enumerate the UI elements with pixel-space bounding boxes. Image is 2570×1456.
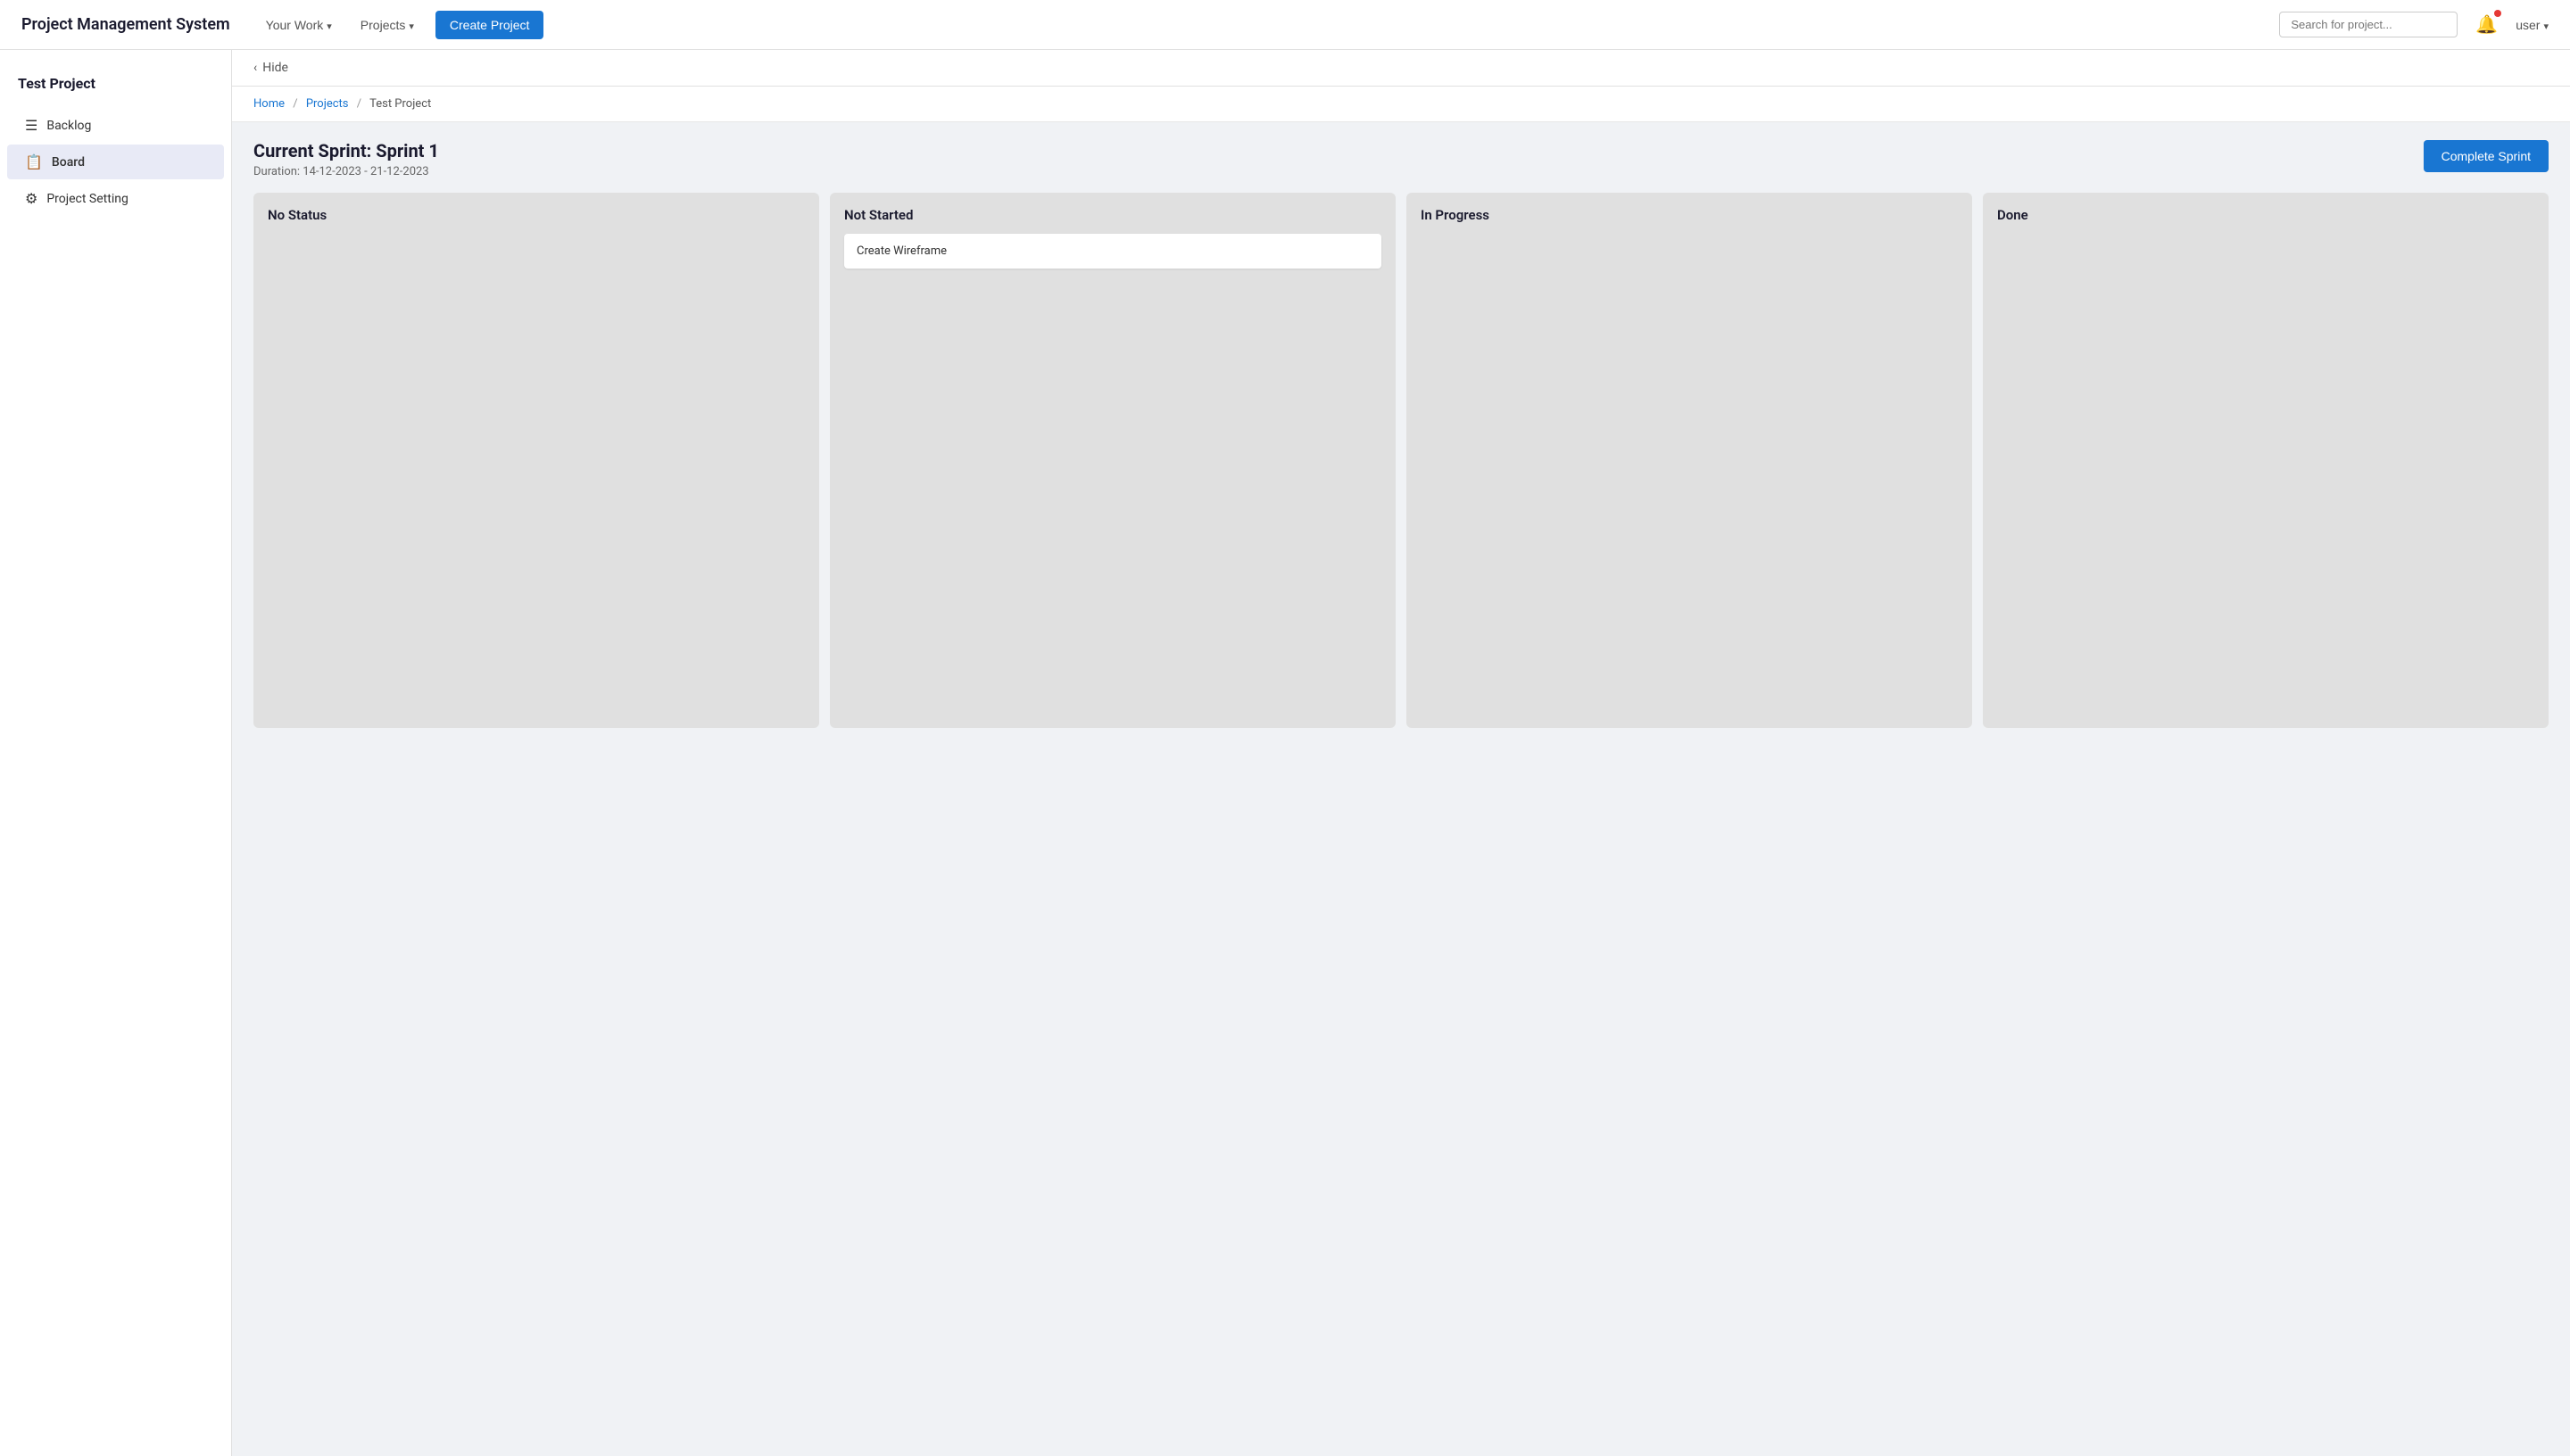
board-icon: 📋 [25, 153, 43, 170]
sidebar-item-board-label: Board [52, 155, 85, 170]
column-in-progress: In Progress [1406, 193, 1972, 728]
breadcrumb-sep-2: / [357, 97, 361, 111]
navbar: Project Management System Your Work Proj… [0, 0, 2570, 50]
breadcrumb-current: Test Project [369, 97, 431, 111]
breadcrumb-projects[interactable]: Projects [306, 97, 349, 111]
sprint-duration: Duration: 14-12-2023 - 21-12-2023 [253, 165, 439, 178]
user-menu-button[interactable]: user [2516, 18, 2549, 32]
sidebar-item-project-setting-label: Project Setting [46, 192, 128, 206]
your-work-menu[interactable]: Your Work [259, 12, 339, 37]
board-columns: No Status Not Started Create Wireframe I… [232, 193, 2570, 749]
your-work-chevron-icon [327, 18, 332, 32]
notification-button[interactable]: 🔔 [2472, 10, 2501, 39]
column-not-started-title: Not Started [844, 207, 1381, 223]
user-chevron-icon [2543, 18, 2549, 32]
notification-badge [2494, 10, 2501, 17]
sidebar-project-title: Test Project [0, 68, 231, 106]
hide-bar[interactable]: ‹ Hide [232, 50, 2570, 87]
main-content: ‹ Hide Home / Projects / Test Project Cu… [232, 50, 2570, 1456]
task-card-create-wireframe[interactable]: Create Wireframe [844, 234, 1381, 269]
breadcrumb-sep-1: / [293, 97, 297, 111]
create-project-button[interactable]: Create Project [435, 11, 543, 39]
backlog-icon: ☰ [25, 117, 37, 134]
app-layout: Test Project ☰ Backlog 📋 Board ⚙ Project… [0, 50, 2570, 1456]
app-brand: Project Management System [21, 15, 230, 34]
sidebar-item-project-setting[interactable]: ⚙ Project Setting [7, 181, 224, 216]
projects-chevron-icon [409, 18, 414, 32]
complete-sprint-button[interactable]: Complete Sprint [2424, 140, 2549, 172]
sidebar: Test Project ☰ Backlog 📋 Board ⚙ Project… [0, 50, 232, 1456]
sidebar-item-board[interactable]: 📋 Board [7, 145, 224, 179]
sidebar-item-backlog-label: Backlog [46, 119, 91, 133]
settings-icon: ⚙ [25, 190, 37, 207]
breadcrumb-home[interactable]: Home [253, 97, 285, 111]
column-done-title: Done [1997, 207, 2534, 223]
projects-menu[interactable]: Projects [353, 12, 421, 37]
sprint-title: Current Sprint: Sprint 1 [253, 140, 439, 161]
sidebar-item-backlog[interactable]: ☰ Backlog [7, 108, 224, 143]
column-in-progress-title: In Progress [1421, 207, 1958, 223]
search-input[interactable] [2279, 12, 2458, 37]
column-done: Done [1983, 193, 2549, 728]
breadcrumb: Home / Projects / Test Project [232, 87, 2570, 122]
column-no-status-title: No Status [268, 207, 805, 223]
sprint-info: Current Sprint: Sprint 1 Duration: 14-12… [253, 140, 439, 178]
hide-label: Hide [262, 61, 288, 75]
hide-chevron-icon: ‹ [253, 61, 257, 75]
column-not-started: Not Started Create Wireframe [830, 193, 1396, 728]
column-no-status: No Status [253, 193, 819, 728]
sprint-header: Current Sprint: Sprint 1 Duration: 14-12… [232, 122, 2570, 193]
